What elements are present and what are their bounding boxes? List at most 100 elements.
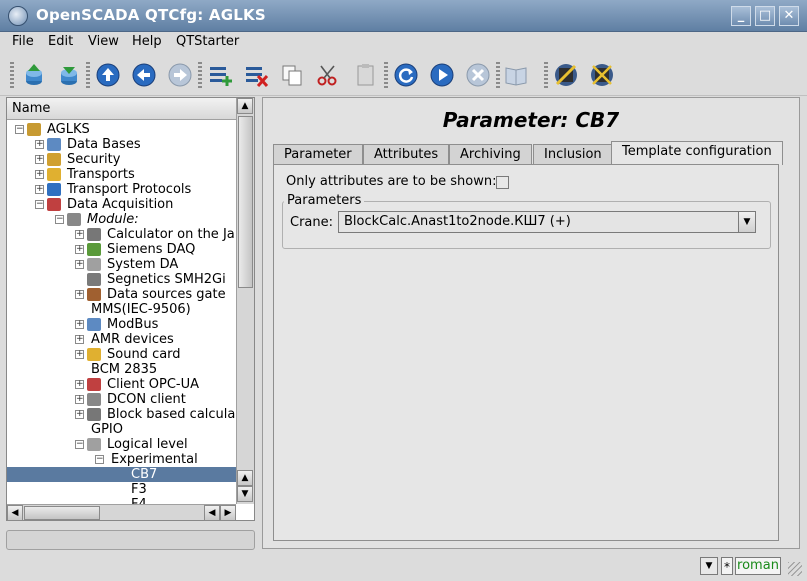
tools2-button[interactable]: [588, 61, 616, 89]
copy-button[interactable]: [278, 61, 306, 89]
expand-icon[interactable]: +: [75, 410, 84, 419]
db-load-button[interactable]: [20, 61, 48, 89]
back-button[interactable]: [130, 61, 158, 89]
tree-row[interactable]: − AGLKS: [7, 122, 236, 137]
paste-button[interactable]: [352, 61, 380, 89]
collapse-icon[interactable]: −: [15, 125, 24, 134]
manual-button[interactable]: [502, 61, 530, 89]
tree-row[interactable]: − Experimental: [7, 452, 236, 467]
expand-icon[interactable]: +: [35, 170, 44, 179]
start-button[interactable]: [428, 61, 456, 89]
collapse-icon[interactable]: −: [95, 455, 104, 464]
tree-row[interactable]: + Transports: [7, 167, 236, 182]
tree-row[interactable]: + Data Bases: [7, 137, 236, 152]
collapse-icon[interactable]: −: [35, 200, 44, 209]
expand-icon[interactable]: +: [35, 185, 44, 194]
tree-row[interactable]: CB7: [7, 467, 236, 482]
tab-inclusion[interactable]: Inclusion: [533, 144, 613, 164]
toolbar-grip[interactable]: [384, 62, 388, 90]
expand-icon[interactable]: +: [75, 350, 84, 359]
tree-row[interactable]: − Logical level: [7, 437, 236, 452]
scroll-left-arrow[interactable]: ◀: [7, 505, 23, 521]
menu-qtstarter[interactable]: QTStarter: [176, 34, 239, 49]
tree-horizontal-scrollbar[interactable]: ◀ ◀ ▶: [7, 504, 236, 521]
expand-icon[interactable]: +: [75, 260, 84, 269]
toolbar-grip[interactable]: [496, 62, 500, 90]
add-item-button[interactable]: [206, 61, 234, 89]
toolbar-grip[interactable]: [544, 62, 548, 90]
tree-row[interactable]: + Security: [7, 152, 236, 167]
tree-row[interactable]: F3: [7, 482, 236, 497]
stop-button[interactable]: [464, 61, 492, 89]
tree-row[interactable]: MMS(IEC-9506): [7, 302, 236, 317]
navigation-tree[interactable]: − AGLKS + Data Bases + Security + Transports + Tr…: [7, 120, 236, 504]
only-attributes-checkbox[interactable]: [496, 176, 509, 189]
expand-icon[interactable]: +: [75, 230, 84, 239]
scroll-right-arrow[interactable]: ▶: [220, 505, 236, 521]
tree-row[interactable]: + Data sources gate: [7, 287, 236, 302]
up-button[interactable]: [94, 61, 122, 89]
expand-icon[interactable]: +: [75, 290, 84, 299]
scroll-thumb[interactable]: [238, 116, 253, 288]
tab-template-configuration[interactable]: Template configuration: [611, 141, 783, 165]
tree-row[interactable]: + Block based calcula: [7, 407, 236, 422]
menu-file[interactable]: File: [12, 34, 34, 49]
tree-row[interactable]: + AMR devices: [7, 332, 236, 347]
expand-icon[interactable]: +: [35, 155, 44, 164]
expand-icon[interactable]: +: [35, 140, 44, 149]
scroll-down-arrow[interactable]: ▼: [237, 486, 253, 502]
chevron-down-icon[interactable]: ▼: [738, 211, 756, 233]
tree-row[interactable]: − Module:: [7, 212, 236, 227]
tree-row[interactable]: GPIO: [7, 422, 236, 437]
tree-header-name[interactable]: Name: [7, 98, 236, 120]
scroll-up-arrow-lower[interactable]: ▲: [237, 470, 253, 486]
tree-row[interactable]: − Data Acquisition: [7, 197, 236, 212]
maximize-button[interactable]: □: [755, 6, 775, 26]
db-save-button[interactable]: [55, 61, 83, 89]
minimize-button[interactable]: _: [731, 6, 751, 26]
toolbar-grip[interactable]: [86, 62, 90, 90]
expand-icon[interactable]: +: [75, 335, 84, 344]
collapse-icon[interactable]: −: [55, 215, 64, 224]
tab-parameter[interactable]: Parameter: [273, 144, 363, 164]
app-icon[interactable]: [8, 6, 28, 26]
expand-icon[interactable]: +: [75, 380, 84, 389]
menu-view[interactable]: View: [88, 34, 119, 49]
tree-row[interactable]: BCM 2835: [7, 362, 236, 377]
scroll-up-arrow[interactable]: ▲: [237, 98, 253, 114]
tree-row[interactable]: + DCON client: [7, 392, 236, 407]
tree-row[interactable]: F4: [7, 497, 236, 504]
horizontal-scroll-thumb[interactable]: [24, 506, 100, 520]
expand-icon[interactable]: +: [75, 245, 84, 254]
tree-row[interactable]: + Sound card: [7, 347, 236, 362]
tree-row[interactable]: + System DA: [7, 257, 236, 272]
menu-edit[interactable]: Edit: [48, 34, 73, 49]
window-resize-grip[interactable]: [788, 562, 802, 576]
tree-row[interactable]: + Transport Protocols: [7, 182, 236, 197]
tree-row[interactable]: + Client OPC-UA: [7, 377, 236, 392]
tree-row[interactable]: + Siemens DAQ: [7, 242, 236, 257]
forward-button[interactable]: [166, 61, 194, 89]
tree-vertical-scrollbar[interactable]: ▲ ▲ ▼: [236, 98, 254, 504]
tools-button[interactable]: [552, 61, 580, 89]
crane-select[interactable]: BlockCalc.Anast1to2node.КШ7 (+) ▼: [338, 211, 756, 233]
delete-item-button[interactable]: [242, 61, 270, 89]
tab-attributes[interactable]: Attributes: [363, 144, 450, 164]
close-button[interactable]: ✕: [779, 6, 799, 26]
tree-node-icon: [87, 348, 101, 361]
user-indicator[interactable]: roman: [735, 557, 781, 575]
expand-icon[interactable]: +: [75, 395, 84, 404]
menu-help[interactable]: Help: [132, 34, 162, 49]
tree-row[interactable]: + ModBus: [7, 317, 236, 332]
status-menu-arrow[interactable]: ▼: [700, 557, 718, 575]
expand-icon[interactable]: +: [75, 320, 84, 329]
scroll-left-arrow-right[interactable]: ◀: [204, 505, 220, 521]
refresh-button[interactable]: [392, 61, 420, 89]
cut-button[interactable]: [314, 61, 342, 89]
tree-row[interactable]: Segnetics SMH2Gi: [7, 272, 236, 287]
tree-row[interactable]: + Calculator on the Ja: [7, 227, 236, 242]
toolbar-grip[interactable]: [198, 62, 202, 90]
toolbar-grip[interactable]: [10, 62, 14, 90]
collapse-icon[interactable]: −: [75, 440, 84, 449]
tab-archiving[interactable]: Archiving: [449, 144, 532, 164]
